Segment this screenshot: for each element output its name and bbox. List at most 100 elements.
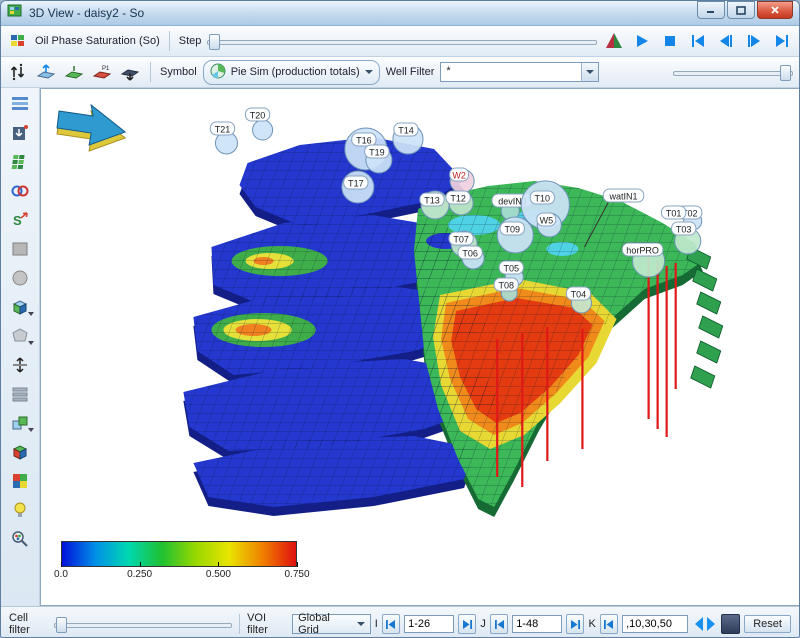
well-label: T05 xyxy=(503,264,519,274)
rgb-magnifier-icon[interactable] xyxy=(6,526,34,551)
layer-down-icon[interactable] xyxy=(119,61,141,83)
j-range-prev-button[interactable] xyxy=(490,614,508,634)
i-range-prev-button[interactable] xyxy=(382,614,400,634)
flat-shade-icon[interactable] xyxy=(6,236,34,261)
well-label: T04 xyxy=(571,290,587,300)
svg-text:P1: P1 xyxy=(102,66,110,72)
opacity-slider[interactable] xyxy=(673,64,793,80)
step-back-button[interactable] xyxy=(715,30,737,52)
well-label: W2 xyxy=(452,171,466,181)
mesh-mode-icon[interactable] xyxy=(6,323,34,348)
opacity-slider-track[interactable] xyxy=(673,71,793,76)
app-window: 3D View - daisy2 - So Oil Phase Saturati… xyxy=(0,0,800,638)
legend-tick-mark xyxy=(61,562,62,567)
legend-tick-label: 0.0 xyxy=(54,569,68,580)
play-button[interactable] xyxy=(631,30,653,52)
well-label: T07 xyxy=(453,235,469,245)
opacity-slider-thumb[interactable] xyxy=(780,65,791,81)
titlebar[interactable]: 3D View - daisy2 - So xyxy=(1,1,799,26)
reset-button[interactable]: Reset xyxy=(744,615,791,633)
i-range-label: I xyxy=(375,618,378,630)
well-label: horPRO xyxy=(626,246,659,256)
well-label: watIN1 xyxy=(609,192,638,202)
chevron-down-icon[interactable] xyxy=(28,312,34,316)
step-forward-button[interactable] xyxy=(743,30,765,52)
palette-icon[interactable] xyxy=(6,468,34,493)
prism-icon xyxy=(603,30,625,52)
smooth-shade-icon[interactable] xyxy=(6,265,34,290)
property-icon[interactable] xyxy=(7,30,29,52)
multi-block-icon[interactable] xyxy=(6,410,34,435)
cell-filter-track[interactable] xyxy=(54,623,232,628)
layers-stack-icon[interactable] xyxy=(6,381,34,406)
k-range-label: K xyxy=(588,618,595,630)
chevron-down-icon[interactable] xyxy=(28,428,34,432)
step-slider[interactable] xyxy=(207,33,597,49)
pie-symbol-icon xyxy=(210,63,226,82)
solid-cube-icon[interactable] xyxy=(6,294,34,319)
k-range-input[interactable] xyxy=(622,615,688,633)
grid-3d-icon[interactable] xyxy=(6,149,34,174)
chevron-down-icon xyxy=(586,70,594,74)
well-filter-dropdown-button[interactable] xyxy=(581,63,598,81)
voi-filter-dropdown[interactable]: Global Grid xyxy=(292,614,371,634)
j-range-input[interactable] xyxy=(512,615,562,633)
legend-tick-label: 0.750 xyxy=(284,569,309,580)
cell-filter-thumb[interactable] xyxy=(56,617,67,633)
link-wells-icon[interactable] xyxy=(6,178,34,203)
k-range-prev-button[interactable] xyxy=(600,614,618,634)
window-title: 3D View - daisy2 - So xyxy=(29,6,691,20)
probe-icon[interactable]: S xyxy=(6,207,34,232)
stop-button[interactable] xyxy=(659,30,681,52)
i-range-next-button[interactable] xyxy=(458,614,476,634)
well-filter-combo[interactable]: * xyxy=(440,62,599,82)
k-lock-button[interactable] xyxy=(721,614,740,634)
cell-filter-slider[interactable] xyxy=(54,616,232,632)
symbol-value: Pie Sim (production totals) xyxy=(231,66,360,78)
well-label: T14 xyxy=(398,126,414,136)
export-view-icon[interactable] xyxy=(6,120,34,145)
window-icon xyxy=(7,3,23,24)
viewport-3d[interactable]: T20T21T16T14T19T17W2T13T12devINJT10W5wat… xyxy=(40,88,799,606)
layer-p1-icon[interactable]: P1 xyxy=(91,61,113,83)
voi-filter-label: VOI filter xyxy=(247,612,288,636)
skip-first-button[interactable] xyxy=(687,30,709,52)
layer-green-icon[interactable] xyxy=(63,61,85,83)
layer-up-icon[interactable] xyxy=(35,61,57,83)
filter-statusbar: Cell filter VOI filter Global Grid I J K… xyxy=(1,606,799,638)
legend-tick-mark xyxy=(218,562,219,567)
well-label: T19 xyxy=(369,148,385,158)
k-range-step-buttons[interactable] xyxy=(692,614,717,634)
adjust-layers-icon[interactable] xyxy=(7,61,29,83)
color-cube-icon[interactable] xyxy=(6,439,34,464)
chevron-down-icon xyxy=(365,70,373,74)
well-label: T16 xyxy=(356,136,372,146)
well-pie-symbol[interactable] xyxy=(253,120,273,140)
svg-text:S: S xyxy=(13,213,22,228)
well-label: T06 xyxy=(462,249,478,259)
report-layers-icon[interactable] xyxy=(6,91,34,116)
separator xyxy=(169,31,170,51)
i-range-input[interactable] xyxy=(404,615,454,633)
legend-tick-mark xyxy=(140,562,141,567)
north-arrow-icon xyxy=(57,105,125,151)
step-slider-track[interactable] xyxy=(207,40,597,45)
well-label: T01 xyxy=(666,209,682,219)
voi-filter-value: Global Grid xyxy=(298,612,351,636)
chevron-down-icon[interactable] xyxy=(28,341,34,345)
separator xyxy=(239,614,240,634)
j-range-next-button[interactable] xyxy=(566,614,584,634)
skip-last-button[interactable] xyxy=(771,30,793,52)
well-label: T13 xyxy=(424,196,440,206)
lamp-icon[interactable] xyxy=(6,497,34,522)
symbol-label: Symbol xyxy=(160,66,197,78)
symbol-combo[interactable]: Pie Sim (production totals) xyxy=(203,60,380,85)
well-filter-label: Well Filter xyxy=(386,66,435,78)
maximize-button[interactable] xyxy=(727,1,755,19)
legend-tick-mark xyxy=(297,562,298,567)
stretch-z-icon[interactable] xyxy=(6,352,34,377)
well-filter-value[interactable]: * xyxy=(441,63,581,81)
minimize-button[interactable] xyxy=(697,1,725,19)
step-slider-thumb[interactable] xyxy=(209,34,220,50)
close-button[interactable] xyxy=(757,1,793,19)
